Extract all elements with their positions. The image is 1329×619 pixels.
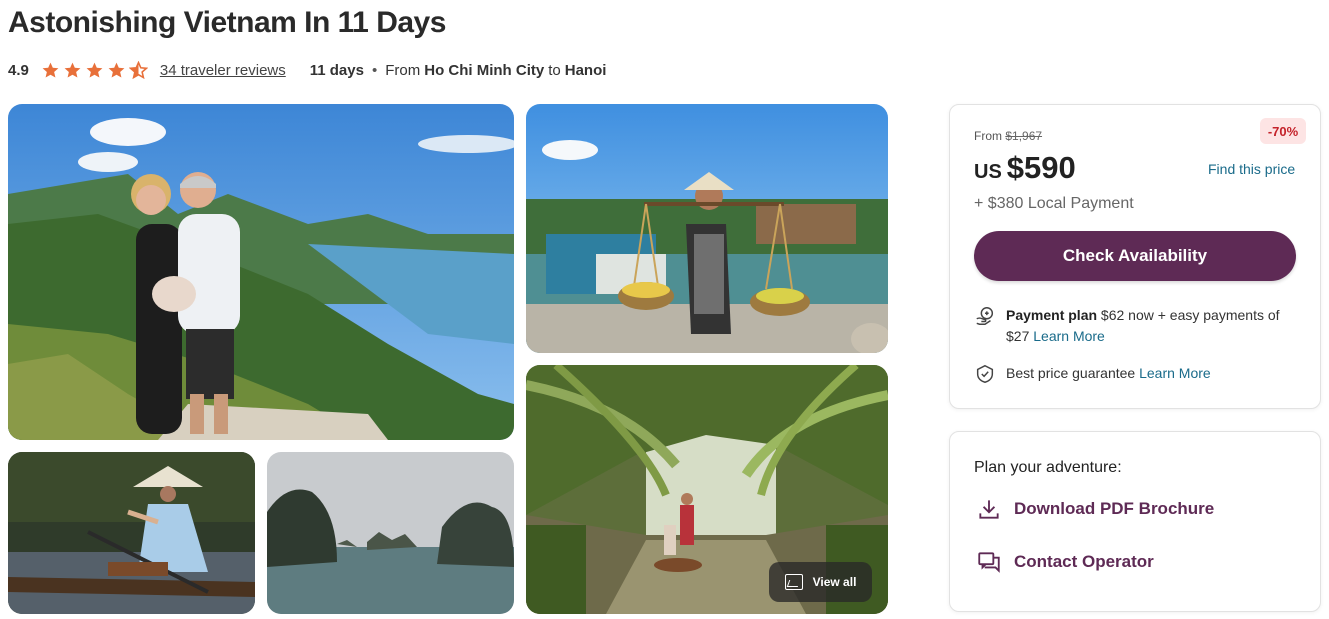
payment-plan-label: Payment plan bbox=[1006, 307, 1098, 323]
price-guarantee-icon bbox=[976, 364, 994, 384]
contact-operator-label: Contact Operator bbox=[1014, 552, 1154, 571]
download-icon bbox=[979, 500, 999, 519]
gallery-icon bbox=[784, 574, 803, 590]
plan-adventure-card: Plan your adventure: Download PDF Brochu… bbox=[949, 431, 1321, 612]
start-city: Ho Chi Minh City bbox=[424, 61, 545, 79]
contact-operator-button[interactable]: Contact Operator bbox=[976, 549, 1154, 575]
local-payment: + $380 Local Payment bbox=[974, 195, 1134, 212]
from-price-label: From bbox=[974, 129, 1002, 143]
find-this-price-link[interactable]: Find this price bbox=[1208, 161, 1295, 177]
star-icon bbox=[108, 62, 125, 78]
view-all-button[interactable]: View all bbox=[769, 562, 872, 602]
meta-separator: • bbox=[371, 61, 378, 79]
gallery-photo-rower[interactable] bbox=[8, 452, 255, 614]
original-price: $1,967 bbox=[1005, 129, 1043, 143]
price-card: From $1,967 -70% US $590 Find this price… bbox=[949, 104, 1321, 409]
duration: 11 days bbox=[309, 61, 364, 79]
gallery-photo-couple-mountains[interactable] bbox=[8, 104, 514, 440]
end-city: Hanoi bbox=[564, 61, 607, 79]
from-label: From bbox=[385, 61, 421, 79]
payment-plan-row: Payment plan $62 now + easy payments of … bbox=[974, 305, 1294, 347]
page-title: Astonishing Vietnam In 11 Days bbox=[8, 6, 446, 39]
star-rating bbox=[41, 60, 148, 80]
gallery-photo-halong-bay[interactable] bbox=[267, 452, 514, 614]
star-icon bbox=[64, 62, 81, 78]
rating-value: 4.9 bbox=[8, 61, 29, 79]
half-star-icon bbox=[128, 60, 148, 79]
download-brochure-label: Download PDF Brochure bbox=[1014, 499, 1215, 518]
plan-title: Plan your adventure: bbox=[974, 459, 1122, 476]
star-icon bbox=[42, 62, 59, 78]
payment-plan-icon bbox=[976, 307, 994, 325]
from-price-line: From $1,967 bbox=[974, 129, 1042, 143]
download-brochure-button[interactable]: Download PDF Brochure bbox=[976, 496, 1214, 522]
star-icon bbox=[86, 62, 103, 78]
contact-icon bbox=[978, 552, 1000, 573]
best-price-learn-more-link[interactable]: Learn More bbox=[1139, 365, 1211, 381]
payment-plan-learn-more-link[interactable]: Learn More bbox=[1033, 328, 1105, 344]
discount-badge: -70% bbox=[1260, 118, 1306, 144]
reviews-link[interactable]: 34 traveler reviews bbox=[160, 62, 286, 79]
best-price-row: Best price guarantee Learn More bbox=[974, 363, 1211, 385]
price-currency: US bbox=[974, 161, 1002, 183]
gallery-photo-vendor-river[interactable] bbox=[526, 104, 888, 353]
current-price: US $590 bbox=[974, 150, 1076, 186]
to-label: to bbox=[548, 61, 561, 79]
price-amount: $590 bbox=[1006, 150, 1076, 185]
view-all-label: View all bbox=[812, 575, 857, 589]
tour-meta: 4.9 34 traveler reviews 11 days • From H… bbox=[8, 60, 610, 80]
check-availability-button[interactable]: Check Availability bbox=[974, 231, 1296, 281]
best-price-text: Best price guarantee bbox=[1006, 365, 1136, 381]
